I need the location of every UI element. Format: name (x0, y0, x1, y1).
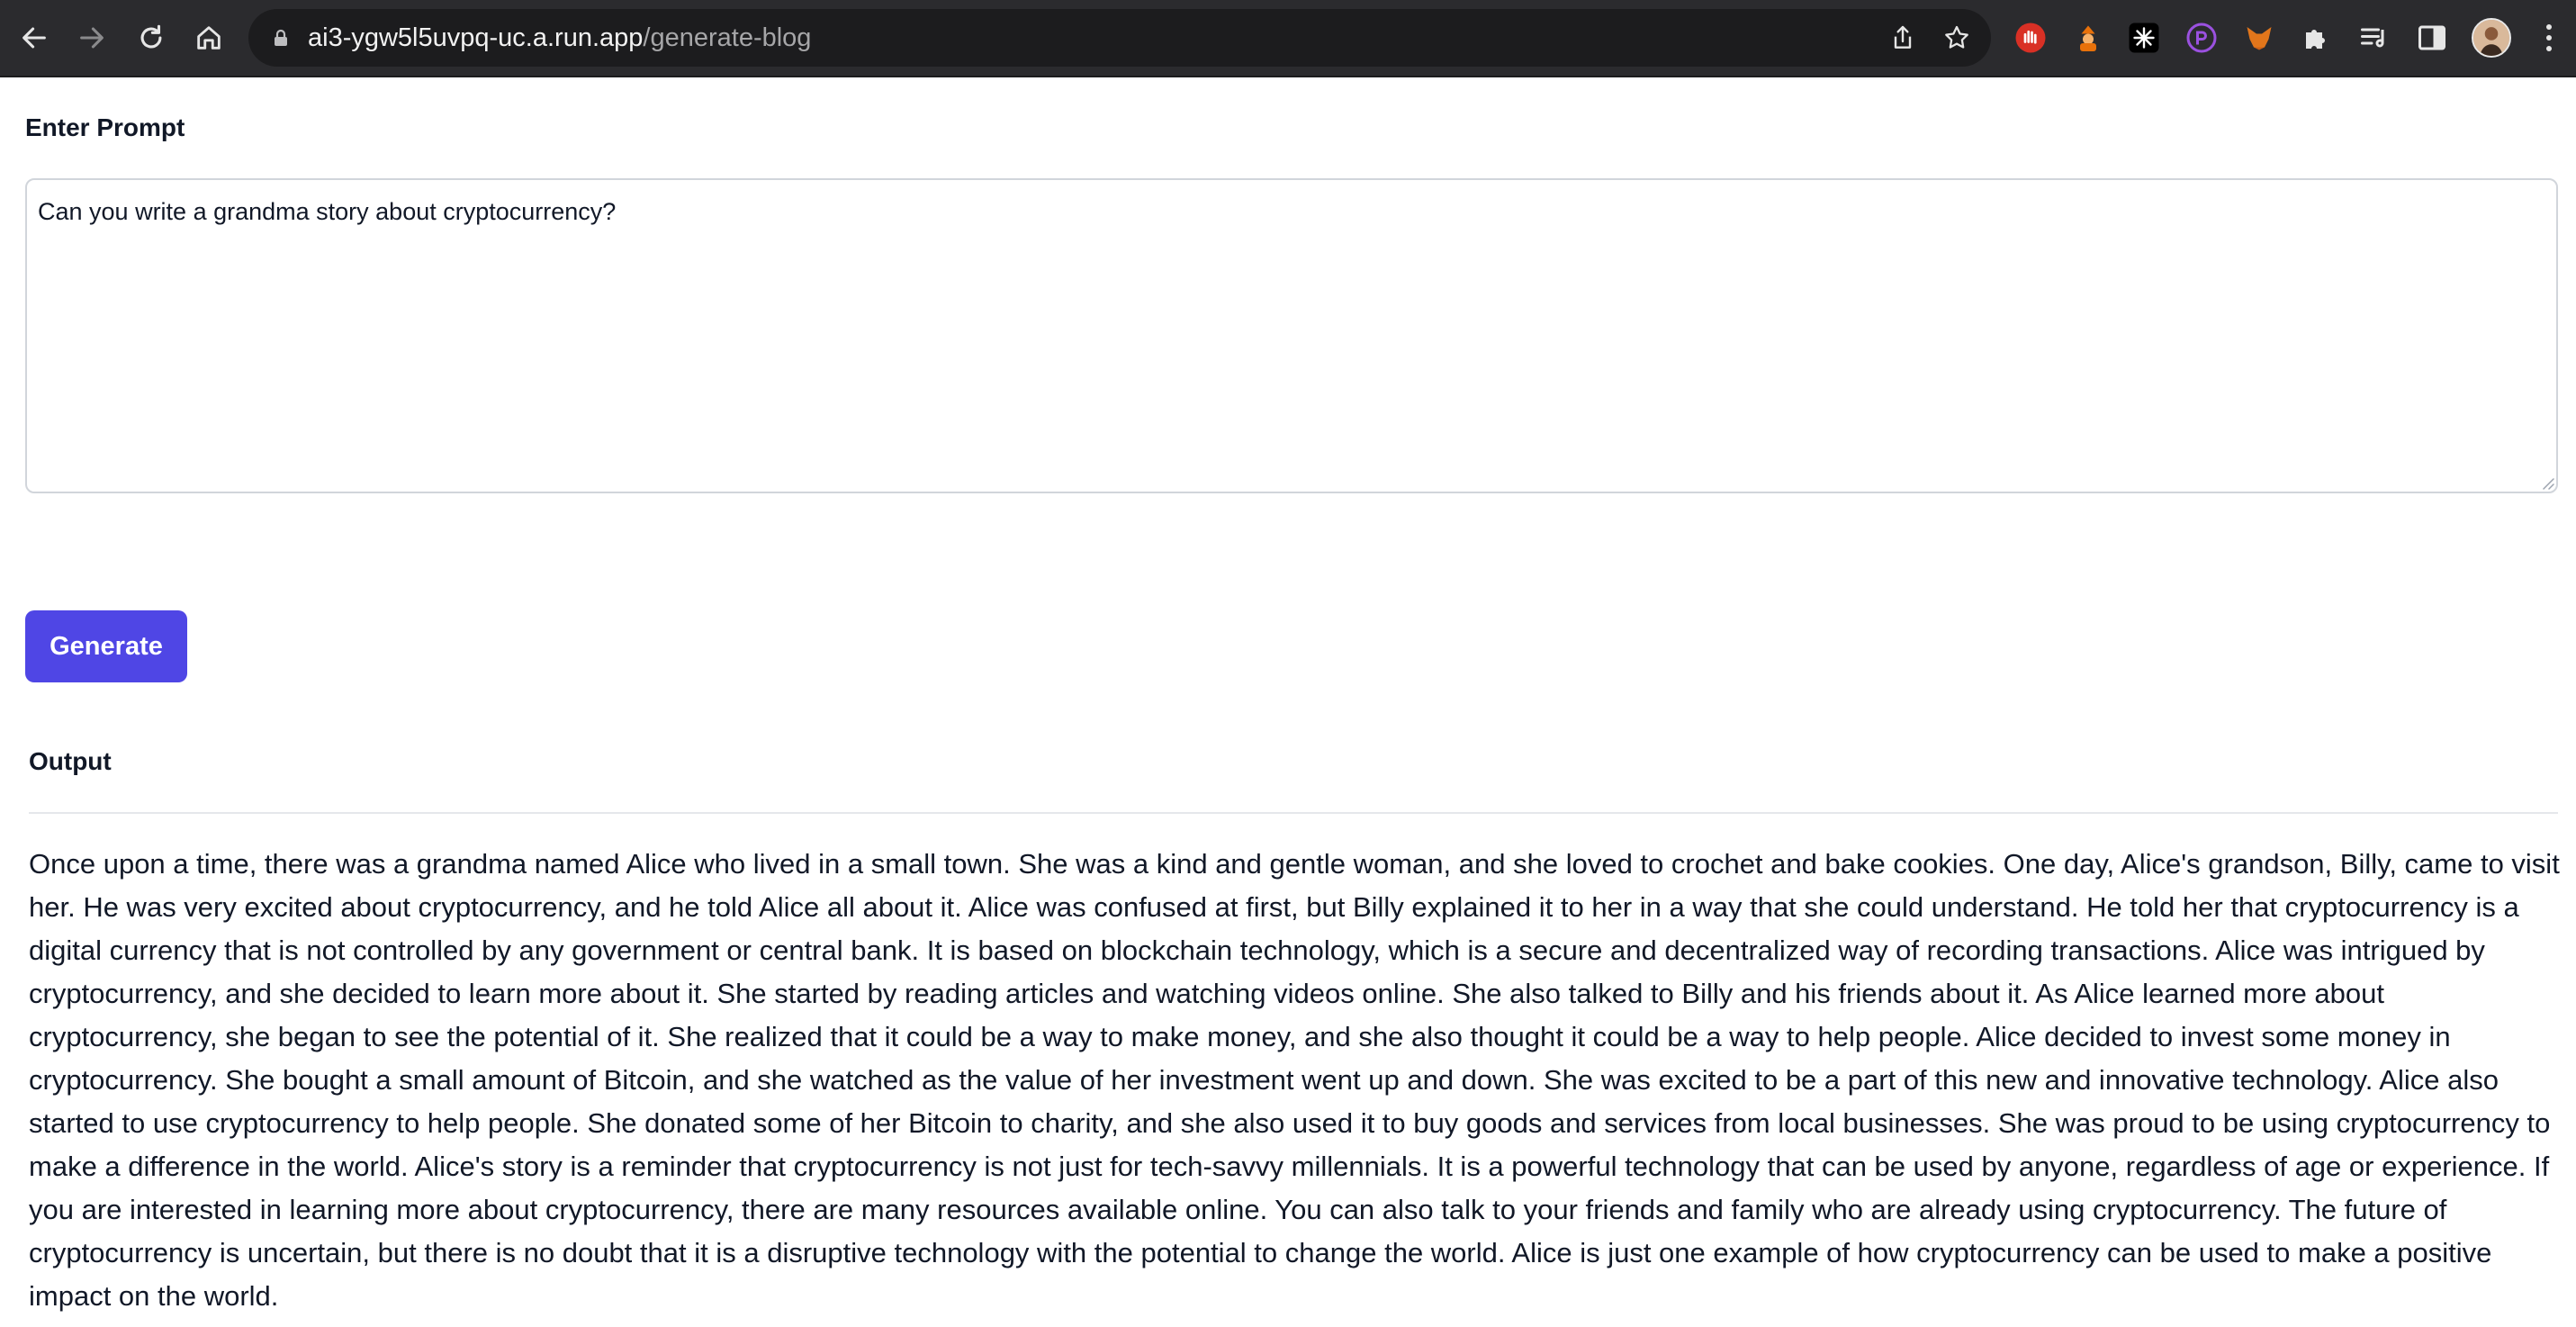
snowflake-extension-icon[interactable] (2126, 20, 2162, 56)
divider (29, 812, 2558, 814)
forward-arrow-icon[interactable] (72, 18, 112, 58)
output-text: Once upon a time, there was a grandma na… (29, 848, 2560, 1312)
home-icon[interactable] (189, 18, 229, 58)
profile-avatar[interactable] (2472, 18, 2511, 58)
browser-toolbar: ai3-ygw5l5uvpq-uc.a.run.app/generate-blo… (0, 0, 2576, 77)
url-path: /generate-blog (643, 23, 812, 52)
puzzle-icon[interactable] (2299, 20, 2335, 56)
reading-list-icon[interactable] (2356, 20, 2392, 56)
character-extension-icon[interactable] (2070, 20, 2106, 56)
url-host: ai3-ygw5l5uvpq-uc.a.run.app (308, 23, 644, 52)
reload-icon[interactable] (131, 18, 171, 58)
url-text[interactable]: ai3-ygw5l5uvpq-uc.a.run.app/generate-blo… (308, 22, 811, 54)
prompt-label: Enter Prompt (25, 113, 185, 141)
address-bar[interactable]: ai3-ygw5l5uvpq-uc.a.run.app/generate-blo… (248, 9, 1991, 67)
share-icon[interactable] (1888, 23, 1917, 52)
output-label: Output (29, 747, 112, 775)
menu-icon[interactable] (2538, 20, 2560, 56)
stop-hand-extension-icon[interactable] (2013, 20, 2049, 56)
generate-button[interactable]: Generate (25, 610, 187, 682)
back-arrow-icon[interactable] (14, 18, 54, 58)
fox-extension-icon[interactable] (2241, 20, 2277, 56)
lock-icon[interactable] (270, 27, 292, 49)
resize-handle-icon[interactable] (2540, 475, 2554, 490)
prompt-textarea[interactable]: Can you write a grandma story about cryp… (25, 178, 2558, 493)
purple-circle-extension-icon[interactable] (2184, 20, 2220, 56)
star-icon[interactable] (1942, 23, 1971, 52)
side-panel-icon[interactable] (2414, 20, 2450, 56)
